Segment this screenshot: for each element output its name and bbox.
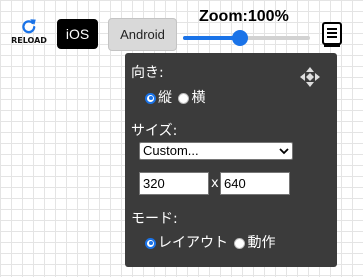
orientation-options: 縦 横 xyxy=(145,90,207,108)
zoom-label: Zoom:100% xyxy=(199,8,289,25)
reload-button[interactable]: RELOAD xyxy=(8,18,50,50)
size-select-value: Custom... xyxy=(143,143,199,158)
orientation-label: 向き: xyxy=(131,65,164,81)
orientation-portrait-label: 縦 xyxy=(158,90,172,106)
settings-panel: 向き: 縦 横 サイズ: Custom... 320 x 640 モード: レイ… xyxy=(125,53,337,267)
mode-layout-label: レイアウト xyxy=(158,235,228,251)
move-icon[interactable] xyxy=(299,66,321,88)
mode-label: モード: xyxy=(131,211,178,227)
radio-unchecked-icon[interactable] xyxy=(178,92,190,104)
orientation-landscape-label: 横 xyxy=(191,90,206,106)
mode-layout-option[interactable]: レイアウト xyxy=(145,235,228,251)
chevron-down-icon xyxy=(279,148,289,155)
zoom-slider[interactable] xyxy=(183,30,310,46)
mode-behavior-option[interactable]: 動作 xyxy=(234,235,275,251)
menu-icon[interactable] xyxy=(322,22,342,48)
mode-options: レイアウト 動作 xyxy=(145,235,277,253)
ios-button[interactable]: iOS xyxy=(57,19,98,49)
orientation-portrait-option[interactable]: 縦 xyxy=(145,90,172,106)
radio-unchecked-icon[interactable] xyxy=(234,237,246,249)
radio-checked-icon[interactable] xyxy=(145,237,156,249)
size-label: サイズ: xyxy=(131,123,178,139)
reload-label: RELOAD xyxy=(11,36,47,45)
orientation-landscape-option[interactable]: 横 xyxy=(178,90,205,106)
mode-behavior-label: 動作 xyxy=(247,235,276,251)
width-input[interactable]: 320 xyxy=(139,172,209,195)
size-separator: x xyxy=(211,176,219,191)
reload-icon xyxy=(22,19,36,34)
zoom-slider-thumb[interactable] xyxy=(232,30,249,46)
height-input[interactable]: 640 xyxy=(220,172,290,195)
radio-checked-icon[interactable] xyxy=(145,92,156,104)
android-button[interactable]: Android xyxy=(108,18,177,51)
size-select[interactable]: Custom... xyxy=(139,142,293,160)
